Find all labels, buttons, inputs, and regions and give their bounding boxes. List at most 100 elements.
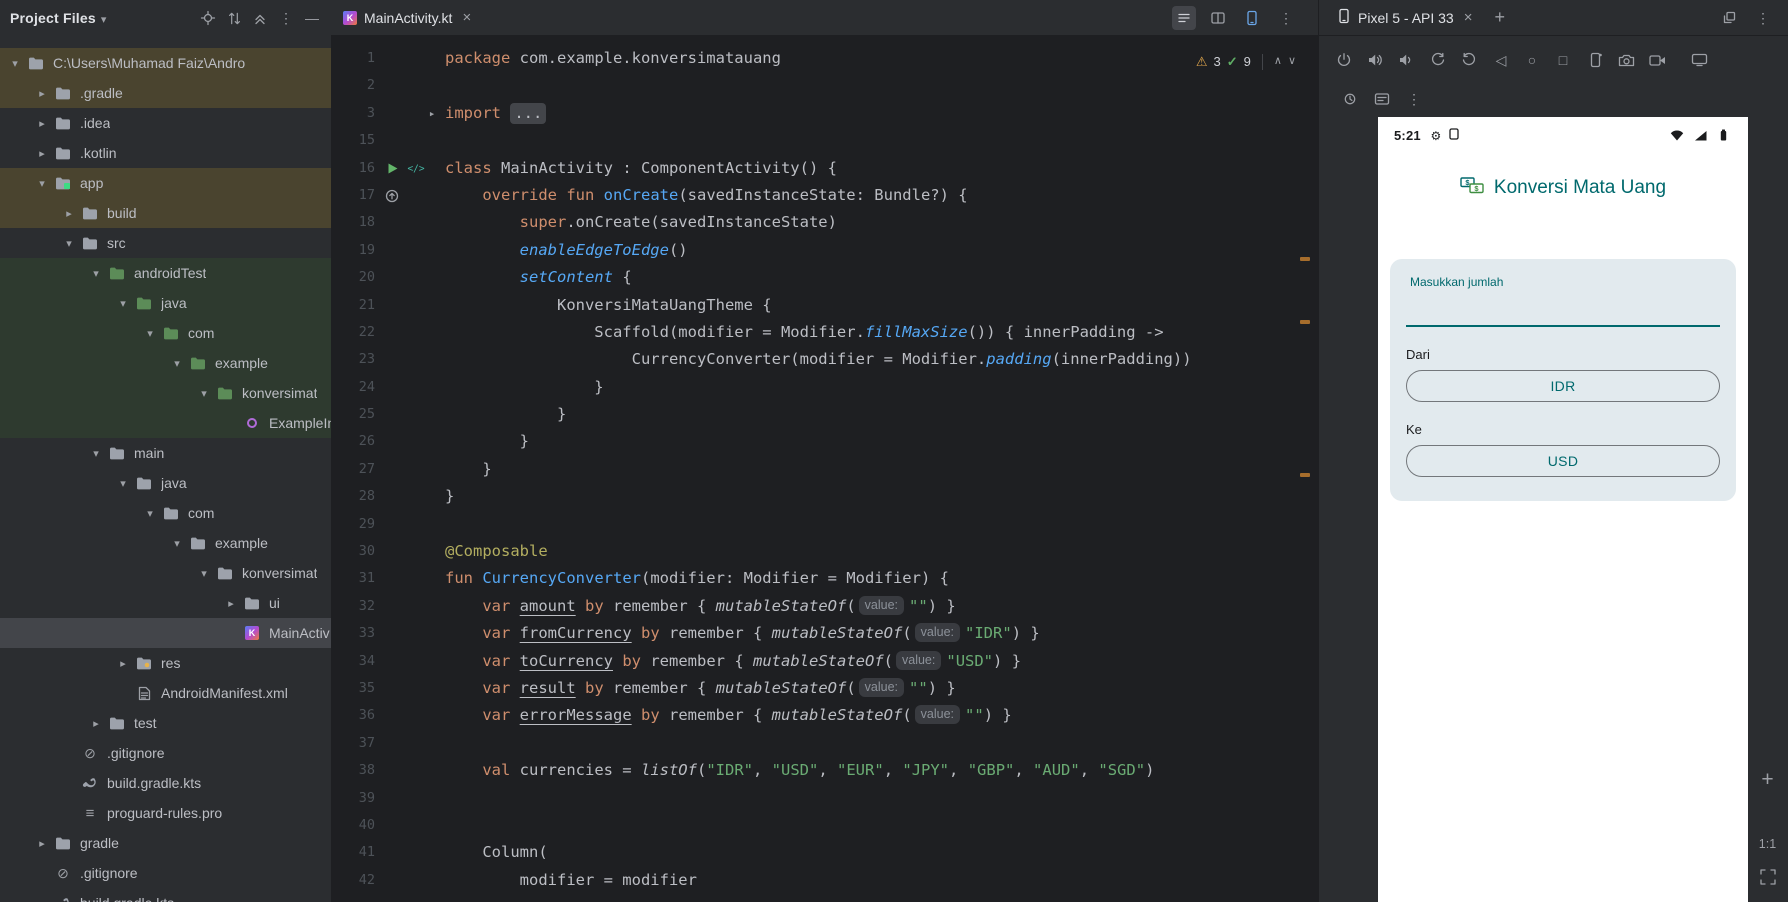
emulator-screen[interactable]: 5:21 ⚙ $ $ Konversi Mata Uang Masukkan ju… — [1378, 117, 1748, 902]
chevron-down-icon[interactable]: ▾ — [4, 57, 26, 70]
chevron-down-icon[interactable]: ▾ — [85, 267, 107, 280]
inspection-widget[interactable]: ⚠ 3 ✓ 9 ∧ ∨ — [1196, 48, 1296, 75]
code-line-25[interactable]: } — [445, 401, 1318, 428]
code-line-20[interactable]: setContent { — [445, 264, 1318, 291]
code-line-32[interactable]: var amount by remember { mutableStateOf(… — [445, 593, 1318, 620]
kebab-icon[interactable]: ⋮ — [277, 9, 295, 27]
code-area[interactable]: package com.example.konversimatauang impo… — [445, 45, 1318, 894]
warning-stripe-mark[interactable] — [1300, 257, 1310, 261]
line-number[interactable]: 20 — [331, 264, 375, 291]
vol-down-icon[interactable] — [1397, 51, 1415, 69]
project-view-title[interactable]: Project Files — [10, 10, 96, 26]
kebab-icon[interactable]: ⋮ — [1274, 6, 1298, 30]
code-line-36[interactable]: var errorMessage by remember { mutableSt… — [445, 702, 1318, 729]
project-view-chevron-icon[interactable]: ▾ — [101, 13, 107, 26]
back-icon[interactable]: ◁ — [1492, 51, 1510, 69]
code-line-31[interactable]: fun CurrencyConverter(modifier: Modifier… — [445, 565, 1318, 592]
float-icon[interactable] — [1720, 9, 1738, 27]
prev-issue-icon[interactable]: ∧ — [1274, 48, 1282, 75]
warning-stripe-mark[interactable] — [1300, 320, 1310, 324]
tree-item-example[interactable]: ▾ example — [0, 528, 331, 558]
camera-icon[interactable] — [1617, 51, 1635, 69]
chevron-down-icon[interactable]: ▾ — [166, 357, 188, 370]
code-line-39[interactable] — [445, 785, 1318, 812]
tree-item-com[interactable]: ▾ com — [0, 498, 331, 528]
code-line-22[interactable]: Scaffold(modifier = Modifier.fillMaxSize… — [445, 319, 1318, 346]
chevron-down-icon[interactable]: ▾ — [112, 477, 134, 490]
line-number[interactable]: 19 — [331, 237, 375, 264]
code-line-29[interactable] — [445, 511, 1318, 538]
split-box-icon[interactable] — [1206, 6, 1230, 30]
to-currency-button[interactable]: USD — [1406, 445, 1720, 477]
line-number[interactable]: 21 — [331, 292, 375, 319]
tree-item-kotlin[interactable]: ▸ .kotlin — [0, 138, 331, 168]
code-line-17[interactable]: override fun onCreate(savedInstanceState… — [445, 182, 1318, 209]
minus-icon[interactable]: — — [303, 9, 321, 27]
tree-item-java[interactable]: ▾ java — [0, 468, 331, 498]
line-number[interactable]: 18 — [331, 209, 375, 236]
zoom-fit-icon[interactable] — [1747, 868, 1788, 886]
line-number[interactable]: 15 — [331, 127, 375, 154]
tree-item-c-users-muhamad-faiz-andro[interactable]: ▾ C:\Users\Muhamad Faiz\Andro — [0, 48, 331, 78]
chevron-down-icon[interactable]: ▾ — [58, 237, 80, 250]
tree-item-konversimat[interactable]: ▾ konversimat — [0, 378, 331, 408]
device-tab-pixel5[interactable]: Pixel 5 - API 33 × — [1327, 0, 1482, 35]
chevron-down-icon[interactable]: ▾ — [139, 327, 161, 340]
code-line-38[interactable]: val currencies = listOf("IDR", "USD", "E… — [445, 757, 1318, 784]
chevron-down-icon[interactable]: ▾ — [193, 567, 215, 580]
tree-item-ui[interactable]: ▸ ui — [0, 588, 331, 618]
chevron-down-icon[interactable]: ▾ — [112, 297, 134, 310]
code-line-35[interactable]: var result by remember { mutableStateOf(… — [445, 675, 1318, 702]
editor-tab-mainactivity[interactable]: K MainActivity.kt × — [331, 0, 483, 35]
line-number[interactable]: 41 — [331, 839, 375, 866]
code-line-2[interactable] — [445, 72, 1318, 99]
tree-item-examplein[interactable]: ExampleIn — [0, 408, 331, 438]
code-line-41[interactable]: Column( — [445, 839, 1318, 866]
line-number[interactable]: 1 — [331, 45, 375, 72]
code-line-23[interactable]: CurrencyConverter(modifier = Modifier.pa… — [445, 346, 1318, 373]
run-icon[interactable] — [383, 159, 401, 177]
video-icon[interactable] — [1648, 51, 1666, 69]
line-number[interactable]: 38 — [331, 757, 375, 784]
chevron-right-icon[interactable]: ▸ — [31, 147, 53, 160]
line-number[interactable]: 42 — [331, 867, 375, 894]
chevron-down-icon[interactable]: ▾ — [139, 507, 161, 520]
code-line-15[interactable] — [445, 127, 1318, 154]
code-line-27[interactable]: } — [445, 456, 1318, 483]
tree-item-mainactiv[interactable]: K MainActiv — [0, 618, 331, 648]
snapshot-icon[interactable] — [1586, 51, 1604, 69]
tree-item-example[interactable]: ▾ example — [0, 348, 331, 378]
zoom-in-icon[interactable]: + — [1747, 768, 1788, 792]
tree-item-gradle[interactable]: ▸ gradle — [0, 828, 331, 858]
tree-item-build[interactable]: ▸ build — [0, 198, 331, 228]
close-device-tab-icon[interactable]: × — [1464, 9, 1473, 26]
line-number[interactable]: 3 — [331, 100, 375, 127]
tree-item-app[interactable]: ▾ app — [0, 168, 331, 198]
overview-icon[interactable]: □ — [1554, 51, 1572, 69]
chevron-right-icon[interactable]: ▸ — [31, 117, 53, 130]
code-editor[interactable]: 1 2 3 ▸ 15 16 </> 17 18 19 20 21 22 23 24 25 26 27 28 29 30 3… — [331, 36, 1318, 902]
kebab-icon[interactable]: ⋮ — [1754, 9, 1772, 27]
restore-clock-icon[interactable] — [1341, 90, 1359, 108]
code-line-34[interactable]: var toCurrency by remember { mutableStat… — [445, 648, 1318, 675]
chevron-right-icon[interactable]: ▸ — [85, 717, 107, 730]
tree-item-test[interactable]: ▸ test — [0, 708, 331, 738]
tree-item-gitignore[interactable]: ⊘ .gitignore — [0, 858, 331, 888]
rot-left-icon[interactable] — [1429, 51, 1447, 69]
chevron-down-icon[interactable]: ▾ — [166, 537, 188, 550]
home-icon[interactable]: ○ — [1523, 51, 1541, 69]
line-number[interactable]: 34 — [331, 648, 375, 675]
line-number[interactable]: 39 — [331, 785, 375, 812]
tree-item-build-gradle-kts[interactable]: build.gradle.kts — [0, 888, 331, 902]
tree-item-res[interactable]: ▸ res — [0, 648, 331, 678]
tree-item-src[interactable]: ▾ src — [0, 228, 331, 258]
code-line-42[interactable]: modifier = modifier — [445, 867, 1318, 894]
line-number[interactable]: 30 — [331, 538, 375, 565]
line-number[interactable]: 16 — [331, 155, 375, 182]
tree-item-androidtest[interactable]: ▾ androidTest — [0, 258, 331, 288]
line-number[interactable]: 23 — [331, 346, 375, 373]
tree-item-proguard-rules-pro[interactable]: ≡ proguard-rules.pro — [0, 798, 331, 828]
compose-icon[interactable]: </> — [407, 159, 425, 177]
rot-right-icon[interactable] — [1460, 51, 1478, 69]
from-currency-button[interactable]: IDR — [1406, 370, 1720, 402]
